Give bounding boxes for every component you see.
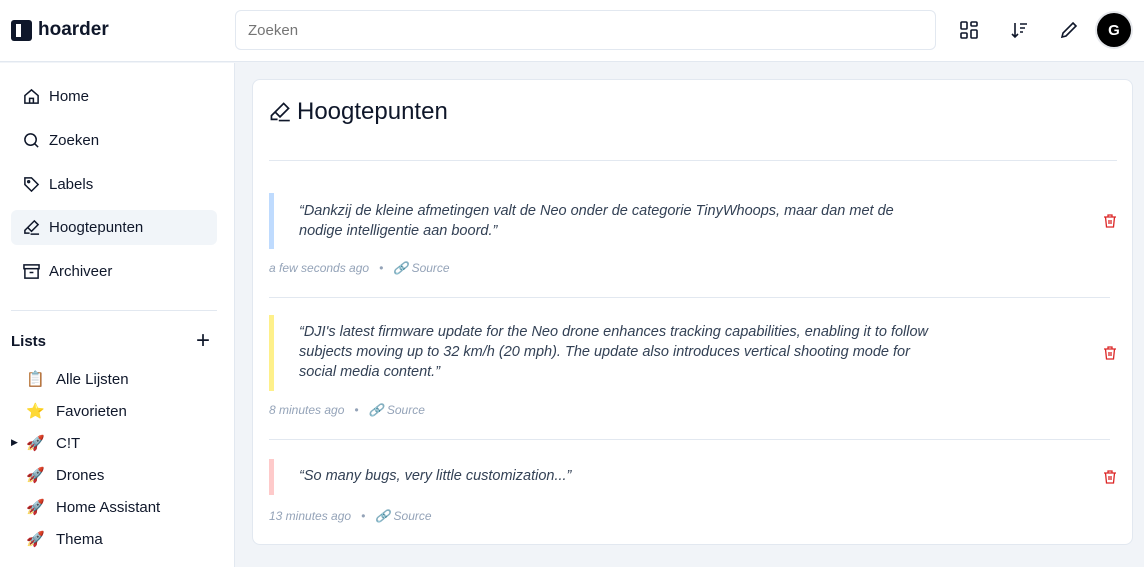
- divider: [269, 439, 1110, 440]
- highlight-text: “So many bugs, very little customization…: [299, 468, 572, 484]
- source-link[interactable]: 🔗 Source: [369, 403, 425, 417]
- trash-icon[interactable]: [1102, 345, 1118, 361]
- list-item[interactable]: 🚀 C!T: [26, 432, 80, 454]
- highlights-card: Hoogtepunten “Dankzij de kleine afmeting…: [252, 79, 1133, 545]
- brand-name: hoarder: [38, 19, 109, 40]
- highlight-color-bar: [269, 459, 274, 495]
- sidebar-item-labels[interactable]: Labels: [11, 167, 217, 202]
- highlight-color-bar: [269, 193, 274, 249]
- logo-icon: [11, 19, 32, 41]
- divider: [11, 310, 217, 311]
- nav-label: Home: [49, 88, 90, 105]
- archive-icon: [23, 264, 40, 279]
- highlight-item: “DJI's latest firmware update for the Ne…: [269, 315, 1116, 391]
- list-label: Drones: [56, 466, 105, 484]
- list-label: Thema: [56, 530, 103, 548]
- highlight-meta: 13 minutes ago • 🔗 Source: [269, 509, 432, 523]
- list-item[interactable]: 🚀 Thema: [26, 528, 103, 550]
- sidebar-item-highlights[interactable]: Hoogtepunten: [11, 210, 217, 245]
- source-link[interactable]: 🔗 Source: [375, 509, 431, 523]
- trash-icon[interactable]: [1102, 469, 1118, 485]
- sidebar-item-home[interactable]: Home: [11, 79, 217, 114]
- nav-label: Zoeken: [49, 132, 100, 149]
- highlight-text: “Dankzij de kleine afmetingen valt de Ne…: [299, 203, 894, 239]
- avatar[interactable]: G: [1097, 13, 1131, 47]
- search-input[interactable]: [235, 10, 936, 50]
- page-title: Hoogtepunten: [269, 98, 448, 126]
- highlight-meta: a few seconds ago • 🔗 Source: [269, 261, 450, 275]
- list-item[interactable]: 🚀 Drones: [26, 464, 104, 486]
- expand-caret-icon[interactable]: ▶: [11, 437, 18, 448]
- highlight-color-bar: [269, 315, 274, 391]
- rocket-icon: 🚀: [26, 467, 45, 484]
- header: hoarder G: [0, 0, 1144, 62]
- search-icon: [24, 133, 39, 148]
- layout-grid-icon[interactable]: [957, 18, 981, 42]
- logo[interactable]: hoarder: [11, 19, 109, 41]
- sidebar: Home Zoeken Labels Hoogtepunten Archivee…: [0, 63, 235, 567]
- nav-label: Hoogtepunten: [49, 219, 144, 236]
- highlighter-icon: [24, 219, 40, 235]
- title-text: Hoogtepunten: [297, 98, 448, 125]
- highlight-item: “Dankzij de kleine afmetingen valt de Ne…: [269, 193, 1116, 249]
- add-list-button[interactable]: +: [196, 329, 210, 353]
- timestamp: 13 minutes ago: [269, 509, 352, 523]
- pencil-icon[interactable]: [1057, 18, 1081, 42]
- list-item[interactable]: ⭐ Favorieten: [26, 400, 127, 422]
- nav-label: Archiveer: [49, 263, 113, 280]
- sidebar-item-search[interactable]: Zoeken: [11, 123, 217, 158]
- highlight-text: “DJI's latest firmware update for the Ne…: [299, 324, 929, 380]
- list-label: Alle Lijsten: [56, 370, 129, 388]
- list-label: Favorieten: [56, 402, 127, 420]
- highlighter-icon: [270, 102, 290, 122]
- divider: [269, 160, 1117, 161]
- rocket-icon: 🚀: [26, 435, 45, 452]
- nav-label: Labels: [49, 176, 94, 193]
- highlight-meta: 8 minutes ago • 🔗 Source: [269, 403, 425, 417]
- rocket-icon: 🚀: [26, 499, 45, 516]
- sidebar-item-archive[interactable]: Archiveer: [11, 254, 217, 289]
- timestamp: a few seconds ago: [269, 261, 370, 275]
- sort-icon[interactable]: [1007, 18, 1031, 42]
- trash-icon[interactable]: [1102, 213, 1118, 229]
- list-item[interactable]: 🚀 Home Assistant: [26, 496, 160, 518]
- tag-icon: [24, 177, 40, 193]
- list-item[interactable]: 📋 Alle Lijsten: [26, 368, 129, 390]
- source-link[interactable]: 🔗 Source: [393, 261, 449, 275]
- list-label: C!T: [56, 434, 81, 452]
- clipboard-icon: 📋: [26, 371, 45, 388]
- star-icon: ⭐: [26, 403, 45, 420]
- rocket-icon: 🚀: [26, 531, 45, 548]
- highlight-item: “So many bugs, very little customization…: [269, 459, 1116, 495]
- lists-heading: Lists: [11, 333, 47, 350]
- timestamp: 8 minutes ago: [269, 403, 345, 417]
- home-icon: [24, 88, 39, 104]
- list-label: Home Assistant: [56, 498, 161, 516]
- divider: [269, 297, 1110, 298]
